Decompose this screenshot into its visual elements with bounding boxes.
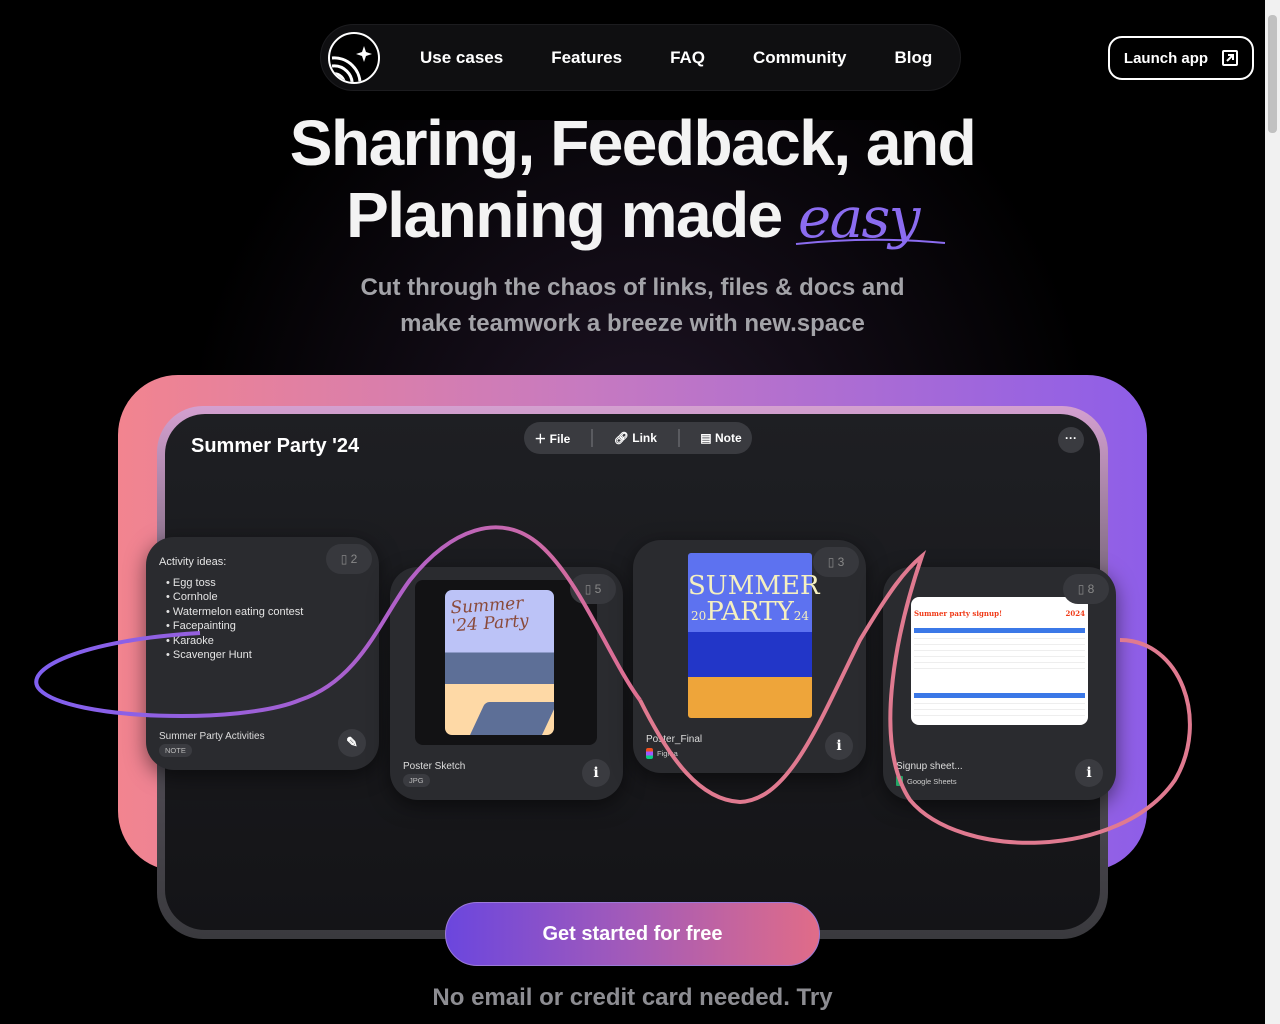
card-poster-final[interactable]: SUMMER 20PARTY24 ▯ 3 Poster_Final Figma … (633, 540, 866, 773)
subtitle-line1: Cut through the chaos of links, files & … (360, 274, 905, 301)
sheet-title: Summer party signup! (914, 609, 1003, 618)
scrollbar-thumb[interactable] (1268, 15, 1277, 133)
scrollbar[interactable] (1265, 0, 1280, 1024)
card-poster-sketch[interactable]: Summer '24 Party ▯ 5 Poster Sketch JPG i (390, 567, 623, 800)
external-link-icon (1222, 50, 1239, 66)
sketch-poster: Summer '24 Party (445, 590, 554, 735)
nav-faq[interactable]: FAQ (670, 48, 705, 68)
list-item: • Karaoke (166, 634, 214, 647)
subtitle-line2: make teamwork a breeze with new.space (400, 310, 865, 337)
source-label: Figma (646, 748, 678, 759)
image-preview: Summer '24 Party (415, 580, 597, 745)
edit-pencil-icon[interactable]: ✎ (338, 729, 366, 757)
launch-app-button[interactable]: Launch app (1108, 36, 1254, 80)
note-heading: Activity ideas: (159, 556, 227, 568)
info-icon[interactable]: i (582, 759, 610, 787)
figma-poster: SUMMER 20PARTY24 (688, 553, 820, 718)
comment-count-badge[interactable]: ▯ 3 (813, 547, 859, 577)
nav-community[interactable]: Community (753, 48, 847, 68)
divider (677, 429, 680, 447)
type-tag: JPG (403, 774, 430, 787)
poster-title-1: SUMMER (688, 571, 820, 601)
add-file-button[interactable]: ＋ File (534, 430, 570, 447)
source-label: Google Sheets (896, 776, 957, 786)
add-toolbar: ＋ File 🔗︎ Link ▤ Note (524, 422, 752, 454)
poster-title-2: PARTY (706, 597, 794, 627)
launch-app-label: Launch app (1123, 49, 1209, 67)
note-content: Activity ideas: • Egg toss • Cornhole • Wa… (159, 555, 303, 663)
cta-note: No email or credit card needed. Try (432, 984, 833, 1011)
list-item: • Cornhole (166, 591, 218, 603)
top-nav: Use cases Features FAQ Community Blog (320, 24, 961, 91)
list-item: • Egg toss (166, 576, 216, 589)
card-title: Summer Party Activities (159, 731, 265, 742)
google-sheets-icon (896, 776, 903, 786)
card-title: Poster_Final (646, 734, 703, 745)
list-item: • Watermelon eating contest (166, 605, 304, 618)
more-options-button[interactable]: ··· (1058, 427, 1084, 453)
comment-count-badge[interactable]: ▯ 5 (570, 574, 616, 604)
add-link-button[interactable]: 🔗︎ Link (614, 431, 657, 445)
type-tag: NOTE (159, 744, 192, 757)
note-icon: ▤ (700, 431, 712, 445)
new-space-logo[interactable] (328, 31, 380, 84)
link-label: Link (632, 431, 657, 445)
list-item: • Scavenger Hunt (166, 649, 252, 661)
divider (591, 429, 594, 447)
get-started-button[interactable]: Get started for free (445, 902, 820, 966)
sheet-preview: Summer party signup! 2024 (911, 597, 1088, 725)
sheet-year: 2024 (1065, 609, 1085, 618)
headline-line2: Planning made (346, 179, 799, 251)
space-title: Summer Party '24 (191, 435, 360, 457)
figma-icon (646, 748, 653, 759)
nav-use-cases[interactable]: Use cases (420, 48, 503, 68)
file-label: File (549, 431, 571, 446)
card-title: Poster Sketch (403, 761, 466, 772)
card-signup-sheet[interactable]: Summer party signup! 2024 ▯ 8 Signup shee… (883, 567, 1116, 800)
card-title: Signup sheet... (896, 761, 963, 772)
headline-accent: easy (798, 186, 920, 251)
headline-line1: Sharing, Feedback, and (289, 107, 977, 179)
list-item: • Facepainting (166, 620, 236, 632)
comment-count-badge[interactable]: ▯ 2 (326, 544, 372, 574)
nav-blog[interactable]: Blog (895, 48, 933, 68)
link-icon: 🔗︎ (613, 431, 629, 445)
towel-shape (468, 702, 554, 735)
note-label: Note (714, 431, 742, 445)
hero-subtitle: Cut through the chaos of links, files & … (0, 270, 1265, 342)
info-icon[interactable]: i (1075, 759, 1103, 787)
comment-count-badge[interactable]: ▯ 8 (1063, 574, 1109, 604)
add-note-button[interactable]: ▤ Note (700, 431, 741, 445)
card-note[interactable]: Activity ideas: • Egg toss • Cornhole • Wa… (146, 537, 379, 770)
info-icon[interactable]: i (825, 732, 853, 760)
hero-headline: Sharing, Feedback, and Planning made easy (0, 107, 1265, 255)
poster-text: Summer '24 Party (449, 593, 530, 637)
nav-features[interactable]: Features (551, 48, 622, 68)
